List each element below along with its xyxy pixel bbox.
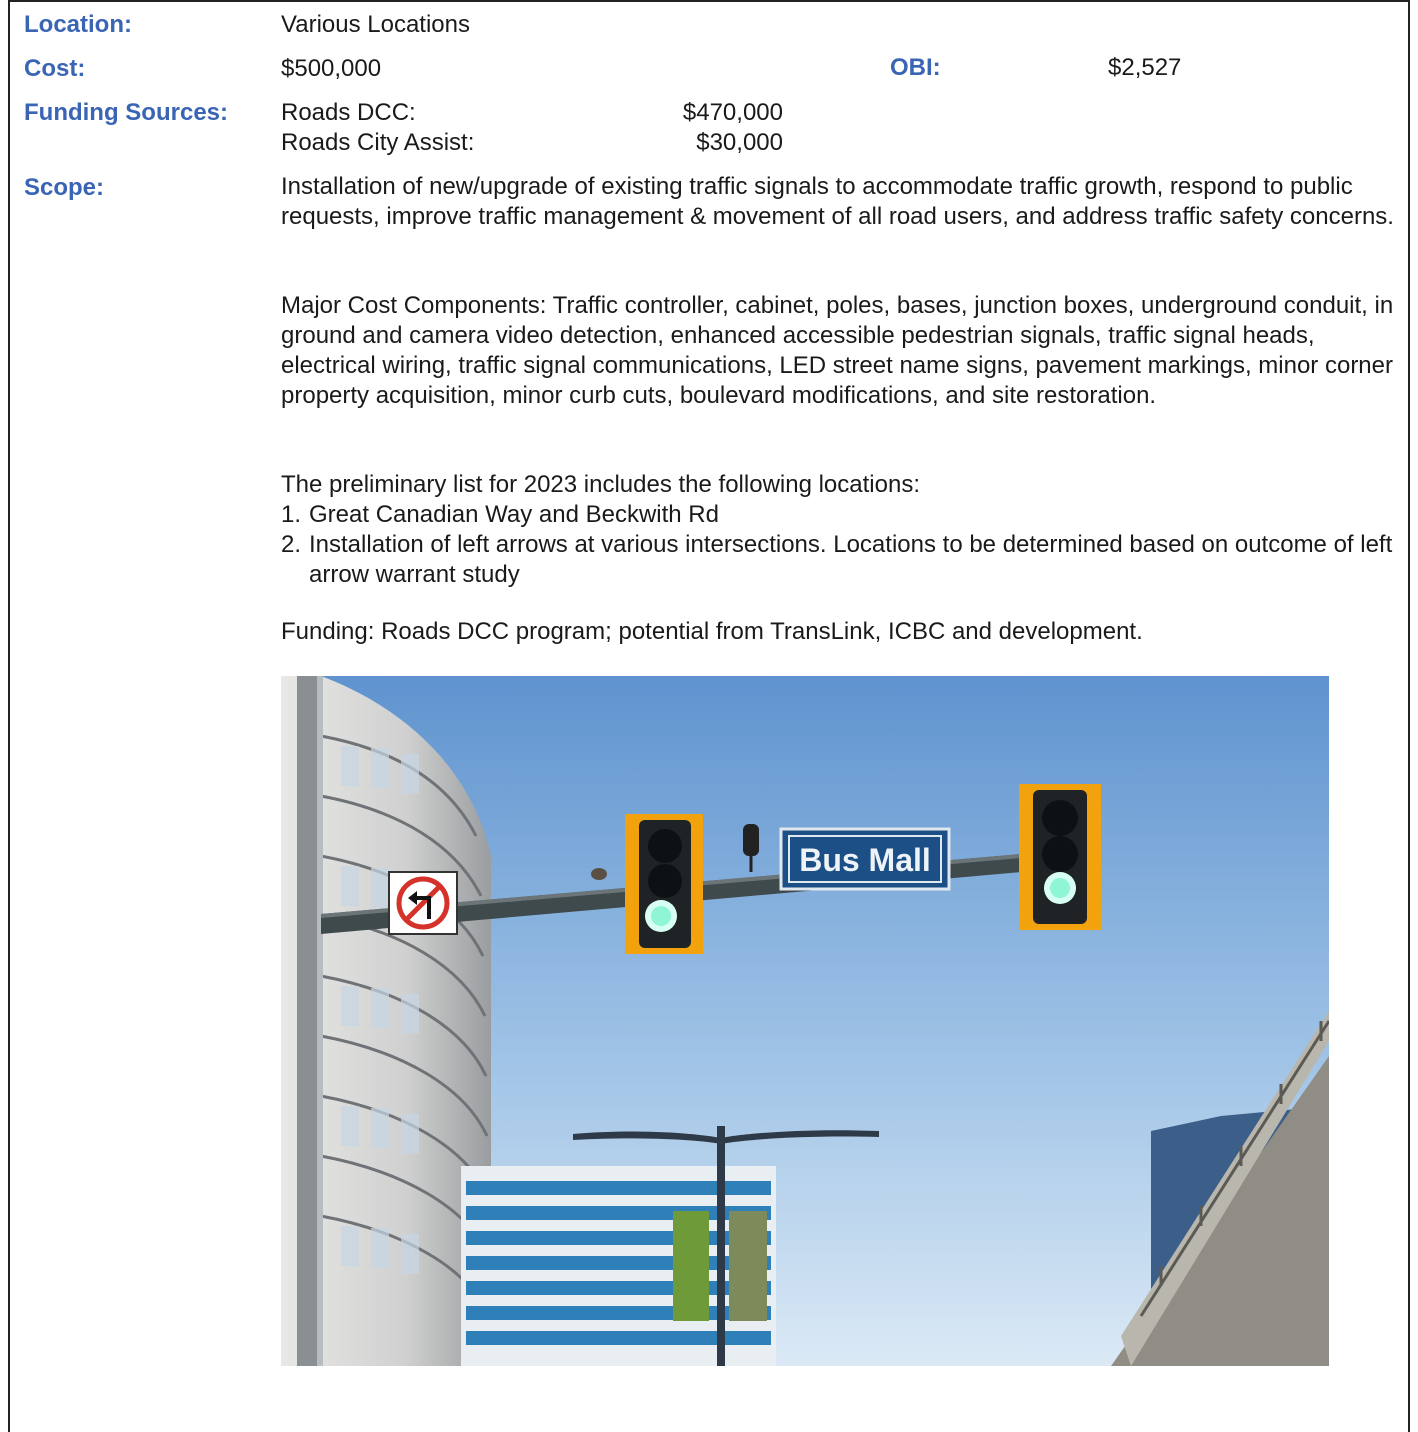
- traffic-signal-right: [1019, 784, 1101, 930]
- funding-source-amount: $470,000: [682, 99, 783, 126]
- traffic-signal-illustration: Bus Mall: [281, 676, 1329, 1366]
- list-item-text: Installation of left arrows at various i…: [309, 531, 1393, 588]
- street-sign-text: Bus Mall: [799, 842, 931, 878]
- cost-label: Cost:: [24, 55, 86, 82]
- street-name-sign: Bus Mall: [779, 827, 951, 891]
- signal-pole: [297, 676, 323, 1366]
- traffic-signal-left: [625, 814, 703, 954]
- list-item-text: Great Canadian Way and Beckwith Rd: [309, 501, 719, 528]
- location-value: Various Locations: [281, 11, 470, 38]
- locations-list-intro: The preliminary list for 2023 includes t…: [281, 471, 920, 498]
- cost-components-text: Major Cost Components: Traffic controlle…: [281, 292, 1394, 409]
- scope-label: Scope:: [24, 174, 105, 201]
- scope-intro: Installation of new/upgrade of existing …: [281, 172, 1396, 232]
- cost-value: $500,000: [281, 55, 382, 82]
- traffic-signal-photo: Bus Mall: [281, 676, 1329, 1366]
- funding-sources-label: Funding Sources:: [24, 99, 228, 126]
- locations-list: The preliminary list for 2023 includes t…: [281, 470, 1396, 590]
- funding-note: Funding: Roads DCC program; potential fr…: [281, 617, 1396, 647]
- list-item: 1. Great Canadian Way and Beckwith Rd: [281, 500, 1396, 530]
- funding-source-name: Roads City Assist:: [281, 129, 475, 156]
- funding-source-amount: $30,000: [696, 129, 783, 156]
- obi-label: OBI:: [890, 54, 941, 81]
- list-item: 2. Installation of left arrows at variou…: [281, 530, 1396, 590]
- scope-intro-text: Installation of new/upgrade of existing …: [281, 173, 1394, 230]
- bird: [591, 868, 607, 880]
- funding-source-name: Roads DCC:: [281, 99, 416, 126]
- obi-value: $2,527: [1108, 54, 1182, 81]
- mid-building: [461, 1166, 776, 1366]
- cost-components: Major Cost Components: Traffic controlle…: [281, 291, 1396, 411]
- list-item-number: 1.: [281, 501, 302, 528]
- funding-note-text: Funding: Roads DCC program; potential fr…: [281, 618, 1143, 645]
- location-label: Location:: [24, 11, 132, 38]
- list-item-number: 2.: [281, 531, 302, 558]
- no-left-turn-sign: [388, 871, 458, 935]
